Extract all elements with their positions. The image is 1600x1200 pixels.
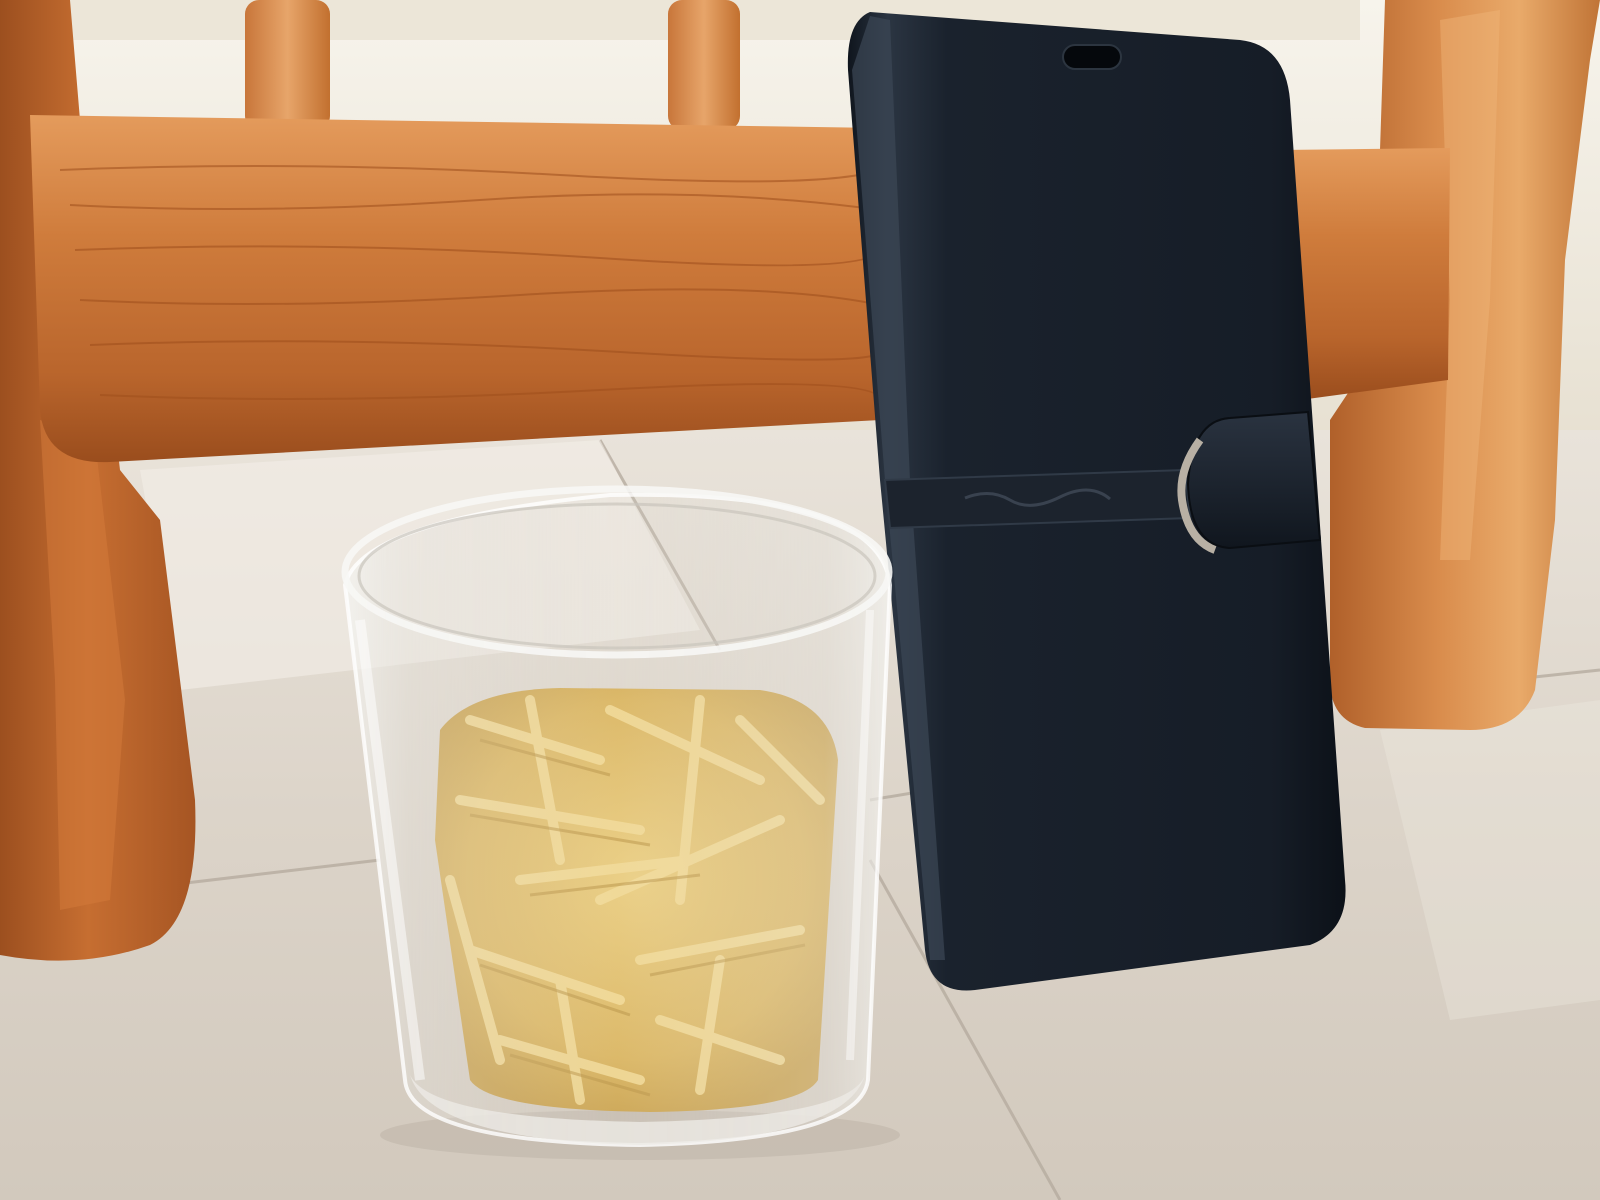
glass-body <box>342 492 893 1148</box>
phone-case-speaker-cutout <box>1062 44 1122 70</box>
chair-slat-right <box>668 0 740 130</box>
photo-scene <box>0 0 1600 1200</box>
phone-case-brand-strip <box>883 468 1192 530</box>
phone-case-clasp-tab <box>1186 410 1322 550</box>
phone-wallet-case <box>847 12 1346 991</box>
photo-canvas <box>0 0 1600 1200</box>
glass-with-pasta <box>341 485 900 1160</box>
chair-slat-left <box>245 0 330 130</box>
